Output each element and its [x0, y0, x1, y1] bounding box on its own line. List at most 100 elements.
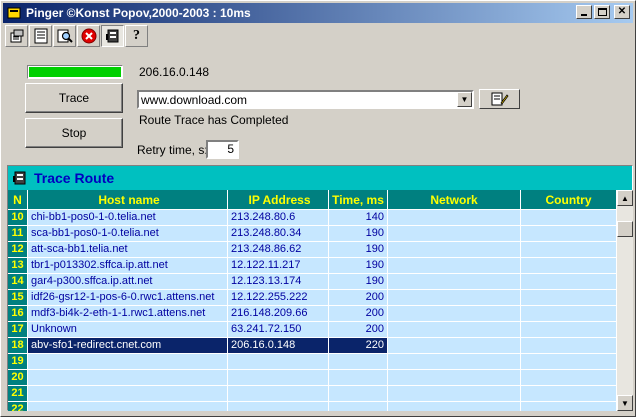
column-header-network[interactable]: Network: [388, 190, 521, 210]
trace-button[interactable]: Trace: [25, 83, 123, 113]
retry-time-input[interactable]: 5: [206, 140, 239, 159]
row-number: 16: [8, 306, 28, 322]
row-network: [388, 386, 521, 402]
row-time: 200: [329, 322, 388, 338]
app-window: Pinger ©Konst Popov,2000-2003 : 10ms ✕ ?…: [0, 0, 636, 417]
row-host-name: att-sca-bb1.telia.net: [28, 242, 228, 258]
edit-hosts-button[interactable]: [479, 89, 520, 109]
row-country: [521, 370, 617, 386]
list-icon: [34, 28, 47, 44]
maximize-button[interactable]: [594, 5, 610, 19]
row-number: 10: [8, 210, 28, 226]
settings-tool-button[interactable]: [5, 25, 28, 47]
table-row[interactable]: 15 idf26-gsr12-1-pos-6-0.rwc1.attens.net 1…: [8, 290, 617, 306]
dropdown-arrow-icon[interactable]: ▼: [457, 92, 472, 107]
scroll-thumb[interactable]: [617, 221, 633, 237]
table-row[interactable]: 20: [8, 370, 617, 386]
row-network: [388, 370, 521, 386]
column-header-country[interactable]: Country: [521, 190, 617, 210]
table-row[interactable]: 16 mdf3-bi4k-2-eth-1-1.rwc1.attens.net 216…: [8, 306, 617, 322]
row-ip-address: 216.148.209.66: [228, 306, 329, 322]
scroll-up-icon[interactable]: ▲: [617, 190, 633, 206]
row-host-name: [28, 354, 228, 370]
row-network: [388, 338, 521, 354]
row-ip-address: 213.248.80.6: [228, 210, 329, 226]
row-time: [329, 402, 388, 411]
table-row[interactable]: 17 Unknown 63.241.72.150 200: [8, 322, 617, 338]
row-ip-address: [228, 354, 329, 370]
trace-route-icon: [105, 29, 118, 43]
row-time: 140: [329, 210, 388, 226]
row-network: [388, 210, 521, 226]
column-header-host[interactable]: Host name: [28, 190, 228, 210]
trace-route-icon: [12, 170, 30, 186]
trace-route-panel: Trace Route N Host name IP Address Time,…: [7, 165, 633, 411]
app-icon: [6, 5, 22, 21]
column-header-time[interactable]: Time, ms: [329, 190, 388, 210]
row-host-name: abv-sfo1-redirect.cnet.com: [28, 338, 228, 354]
scroll-down-icon[interactable]: ▼: [617, 395, 633, 411]
find-tool-button[interactable]: [53, 25, 76, 47]
column-header-n[interactable]: N: [8, 190, 28, 210]
row-number: 13: [8, 258, 28, 274]
edit-list-icon: [491, 92, 509, 106]
stop-tool-button[interactable]: [77, 25, 100, 47]
row-country: [521, 386, 617, 402]
row-network: [388, 274, 521, 290]
table-row[interactable]: 22: [8, 402, 617, 411]
row-number: 12: [8, 242, 28, 258]
row-time: 190: [329, 242, 388, 258]
table-row[interactable]: 19: [8, 354, 617, 370]
current-ip-label: 206.16.0.148: [139, 65, 210, 79]
vertical-scrollbar[interactable]: ▲ ▼: [617, 190, 633, 411]
toolbar: ?: [5, 25, 148, 49]
close-icon: ✕: [617, 6, 627, 17]
maximize-icon: [597, 8, 607, 16]
help-tool-button[interactable]: ?: [125, 25, 148, 47]
table-header: N Host name IP Address Time, ms Network …: [8, 190, 617, 210]
row-time: 190: [329, 226, 388, 242]
table-row[interactable]: 21: [8, 386, 617, 402]
row-ip-address: 213.248.86.62: [228, 242, 329, 258]
column-header-ip[interactable]: IP Address: [228, 190, 329, 210]
stop-icon: [81, 28, 96, 44]
row-network: [388, 226, 521, 242]
row-time: [329, 354, 388, 370]
row-country: [521, 242, 617, 258]
host-combobox[interactable]: www.download.com ▼: [137, 90, 474, 109]
table-row[interactable]: 13 tbr1-p013302.sffca.ip.att.net 12.122.11…: [8, 258, 617, 274]
row-network: [388, 402, 521, 411]
row-time: 190: [329, 274, 388, 290]
row-ip-address: 12.122.11.217: [228, 258, 329, 274]
table-row[interactable]: 12 att-sca-bb1.telia.net 213.248.86.62 190: [8, 242, 617, 258]
row-ip-address: 213.248.80.34: [228, 226, 329, 242]
title-bar[interactable]: Pinger ©Konst Popov,2000-2003 : 10ms ✕: [3, 3, 633, 23]
row-ip-address: 63.241.72.150: [228, 322, 329, 338]
table-row[interactable]: 18 abv-sfo1-redirect.cnet.com 206.16.0.148…: [8, 338, 617, 354]
table-row[interactable]: 11 sca-bb1-pos0-1-0.telia.net 213.248.80.3…: [8, 226, 617, 242]
row-country: [521, 274, 617, 290]
table-row[interactable]: 10 chi-bb1-pos0-1-0.telia.net 213.248.80.6…: [8, 210, 617, 226]
row-country: [521, 258, 617, 274]
row-time: 200: [329, 306, 388, 322]
row-number: 14: [8, 274, 28, 290]
progress-fill: [29, 67, 121, 77]
row-network: [388, 354, 521, 370]
trace-route-table: N Host name IP Address Time, ms Network …: [8, 190, 617, 411]
table-row[interactable]: 14 gar4-p300.sffca.ip.att.net 12.123.13.17…: [8, 274, 617, 290]
close-button[interactable]: ✕: [614, 5, 630, 19]
stop-button[interactable]: Stop: [25, 118, 123, 148]
row-country: [521, 322, 617, 338]
row-country: [521, 306, 617, 322]
trace-route-panel-header: Trace Route: [8, 166, 632, 190]
trace-route-tool-button[interactable]: [101, 25, 124, 47]
row-number: 21: [8, 386, 28, 402]
magnifier-icon: [57, 29, 73, 43]
minimize-button[interactable]: [576, 5, 592, 19]
list-tool-button[interactable]: [29, 25, 52, 47]
retry-time-label: Retry time, s:: [137, 143, 208, 157]
host-combobox-value[interactable]: www.download.com: [139, 93, 457, 107]
row-time: [329, 370, 388, 386]
row-number: 22: [8, 402, 28, 411]
row-ip-address: 12.123.13.174: [228, 274, 329, 290]
